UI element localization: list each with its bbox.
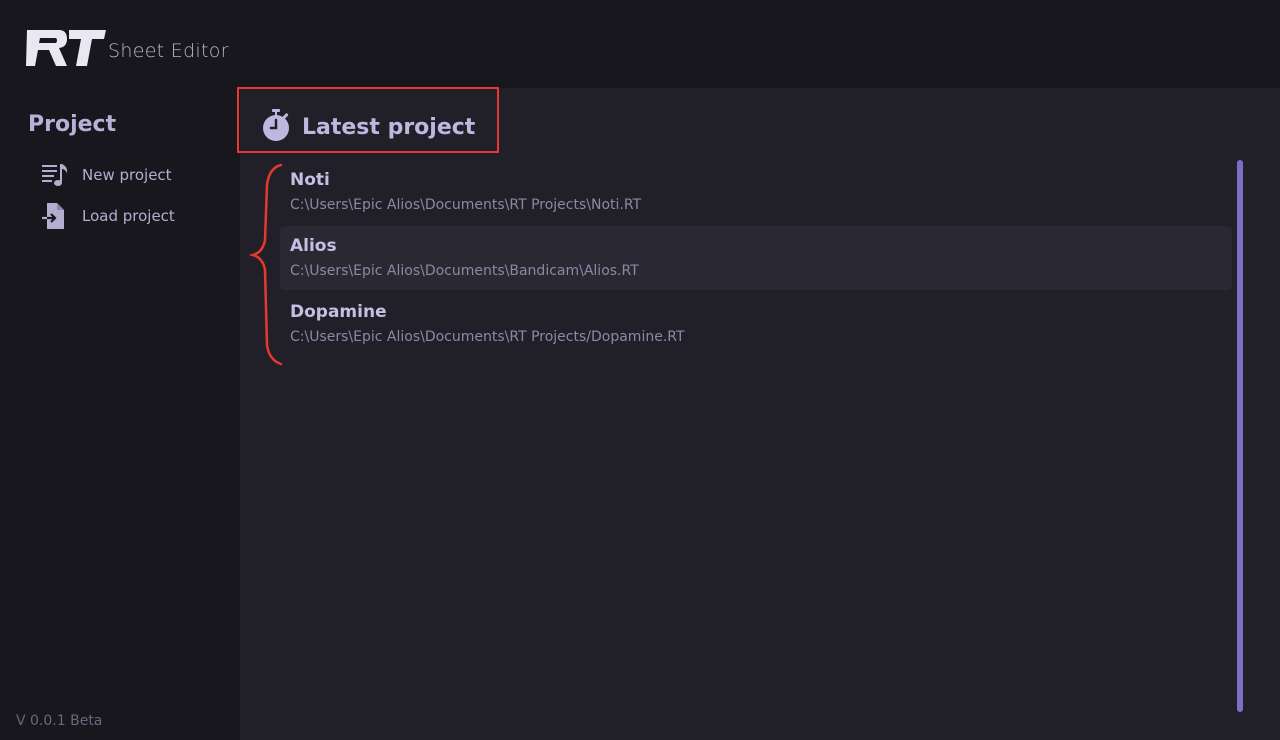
project-path: C:\Users\Epic Alios\Documents\RT Project… bbox=[290, 197, 642, 213]
latest-project-heading: Latest project bbox=[260, 108, 475, 146]
project-name: Noti bbox=[290, 170, 330, 190]
list-item[interactable]: Dopamine C:\Users\Epic Alios\Documents\R… bbox=[280, 292, 1232, 356]
load-project-button[interactable]: Load project bbox=[40, 201, 220, 231]
version-label: V 0.0.1 Beta bbox=[16, 713, 103, 729]
stopwatch-icon bbox=[260, 108, 292, 146]
app-title: Sheet Editor bbox=[108, 40, 229, 62]
project-path: C:\Users\Epic Alios\Documents\Bandicam\A… bbox=[290, 263, 639, 279]
load-project-label: Load project bbox=[82, 207, 175, 225]
new-project-button[interactable]: New project bbox=[40, 160, 220, 190]
app-window: Sheet Editor Project New project Load pr… bbox=[0, 0, 1280, 740]
project-path: C:\Users\Epic Alios\Documents\RT Project… bbox=[290, 329, 685, 345]
new-project-label: New project bbox=[82, 166, 172, 184]
main-panel: Latest project Noti C:\Users\Epic Alios\… bbox=[237, 87, 1280, 740]
rt-logo bbox=[25, 28, 107, 72]
file-import-icon bbox=[40, 202, 72, 230]
music-list-icon bbox=[40, 161, 72, 189]
annotation-brace bbox=[248, 163, 283, 366]
list-item[interactable]: Alios C:\Users\Epic Alios\Documents\Band… bbox=[280, 226, 1232, 290]
sidebar-heading: Project bbox=[28, 112, 117, 137]
project-name: Alios bbox=[290, 236, 337, 256]
header: Sheet Editor bbox=[0, 0, 1280, 88]
recent-projects-list: Noti C:\Users\Epic Alios\Documents\RT Pr… bbox=[280, 160, 1232, 358]
vertical-scrollbar[interactable] bbox=[1237, 160, 1243, 712]
list-item[interactable]: Noti C:\Users\Epic Alios\Documents\RT Pr… bbox=[280, 160, 1232, 224]
sidebar: Project New project Load project V 0.0.1… bbox=[0, 88, 240, 740]
project-name: Dopamine bbox=[290, 302, 387, 322]
latest-project-title: Latest project bbox=[302, 114, 476, 140]
